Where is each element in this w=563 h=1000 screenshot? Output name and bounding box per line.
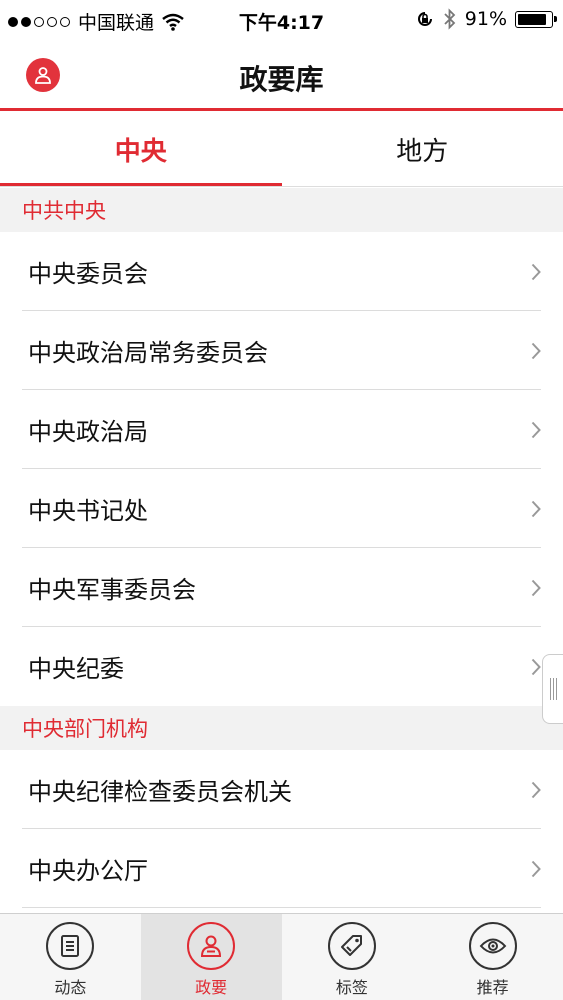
chevron-right-icon <box>531 658 541 675</box>
tab-bar-item-officials[interactable]: 政要 <box>140 914 282 1000</box>
list-item-label: 中央政治局 <box>28 418 148 446</box>
document-icon <box>46 922 95 970</box>
list-item-label: 中央办公厅 <box>28 857 148 885</box>
chevron-right-icon <box>531 500 541 517</box>
chevron-right-icon <box>531 860 541 877</box>
list-item-label: 中央委员会 <box>28 260 148 288</box>
list-item[interactable]: 中央委员会 <box>0 232 563 311</box>
chevron-right-icon <box>531 579 541 596</box>
list-item[interactable]: 中央政治局常务委员会 <box>0 311 563 390</box>
bluetooth-icon <box>444 8 456 30</box>
tab-central-label: 中央 <box>114 136 167 167</box>
page-title: 政要库 <box>239 63 324 96</box>
list-item-label: 中央纪律检查委员会机关 <box>28 778 292 806</box>
list-item-label: 中央书记处 <box>28 497 148 525</box>
chevron-right-icon <box>531 263 541 280</box>
list-item-label: 中央纪委 <box>28 655 124 683</box>
list-item-label: 中央政治局常务委员会 <box>28 339 268 367</box>
status-right: 91% <box>415 8 557 30</box>
segment-tabs: 中央 地方 <box>0 112 563 187</box>
list-item-label: 中央军事委员会 <box>28 576 196 604</box>
list-item[interactable]: 中央军事委员会 <box>0 548 563 627</box>
tab-bar-item-recommend[interactable]: 推荐 <box>422 914 563 1000</box>
battery-percent: 91% <box>464 8 507 30</box>
tab-bar-item-news[interactable]: 动态 <box>0 914 141 1000</box>
battery-icon <box>515 10 557 28</box>
tag-icon <box>327 922 376 970</box>
bottom-tab-bar: 动态 政要 标签 推荐 <box>0 913 563 1000</box>
tab-bar-item-tags[interactable]: 标签 <box>282 914 423 1000</box>
side-drag-handle[interactable] <box>542 654 563 724</box>
list-item[interactable]: 中央办公厅 <box>0 829 563 908</box>
nav-divider <box>0 108 563 111</box>
rotation-lock-icon <box>417 12 432 26</box>
list-item[interactable]: 中央政治局 <box>0 390 563 469</box>
tab-local[interactable]: 地方 <box>282 112 563 186</box>
chevron-right-icon <box>531 781 541 798</box>
chevron-right-icon <box>531 421 541 438</box>
section-header: 中共中央 <box>0 188 563 232</box>
tab-bar-label: 动态 <box>54 978 87 997</box>
eye-icon <box>468 922 517 970</box>
tab-bar-label: 标签 <box>335 978 368 997</box>
list-item[interactable]: 中央纪委 <box>0 627 563 706</box>
section-header: 中央部门机构 <box>0 706 563 750</box>
org-list[interactable]: 中共中央 中央委员会 中央政治局常务委员会 中央政治局 中央书记处 中央军事委员… <box>0 188 563 913</box>
list-item[interactable]: 中央书记处 <box>0 469 563 548</box>
person-icon <box>187 922 236 970</box>
row-divider <box>22 907 541 908</box>
tabs-divider <box>0 186 563 187</box>
nav-bar: 政要库 <box>0 40 563 109</box>
status-bar: 中国联通 下午4:17 91% <box>0 0 563 40</box>
tab-bar-label: 推荐 <box>476 978 509 997</box>
tab-central[interactable]: 中央 <box>0 112 282 187</box>
tab-bar-label: 政要 <box>195 978 228 997</box>
tab-local-label: 地方 <box>396 136 449 167</box>
list-item[interactable]: 中央纪律检查委员会机关 <box>0 750 563 829</box>
chevron-right-icon <box>531 342 541 359</box>
